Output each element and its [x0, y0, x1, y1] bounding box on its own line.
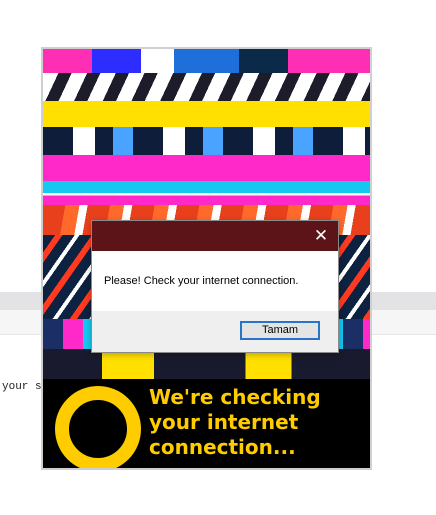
dialog-message: Please! Check your internet connection. [104, 275, 299, 287]
loading-message-line: your internet [149, 410, 299, 434]
background-editor-text: your s [2, 381, 42, 393]
loading-message-line: We're checking [149, 385, 321, 409]
dialog-titlebar: ✕ [92, 221, 338, 251]
loading-ring-icon [55, 386, 141, 468]
loading-banner: We're checking your internet connection.… [43, 379, 370, 468]
ok-button[interactable]: Tamam [240, 321, 320, 340]
dialog-footer: Tamam [92, 311, 338, 352]
alert-dialog: ✕ Please! Check your internet connection… [91, 220, 339, 353]
close-icon[interactable]: ✕ [310, 225, 332, 247]
loading-message: We're checking your internet connection.… [149, 385, 359, 460]
loading-message-line: connection... [149, 435, 296, 459]
